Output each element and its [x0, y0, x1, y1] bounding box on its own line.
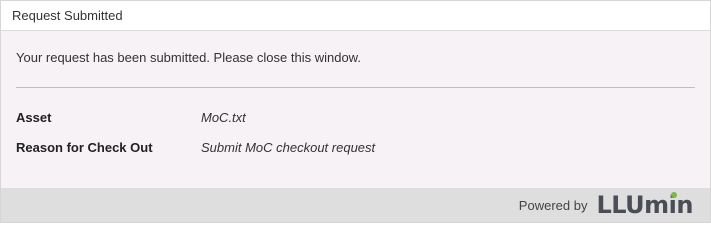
detail-row-asset: Asset MoC.txt [16, 110, 695, 126]
dialog-footer: Powered by LLUmin [1, 188, 710, 222]
llumin-logo: LLUmin [596, 191, 693, 219]
reason-value: Submit MoC checkout request [201, 140, 376, 155]
logo-dot-icon [671, 192, 677, 198]
logo-text: LLUmin [596, 191, 693, 219]
asset-label: Asset [16, 110, 52, 125]
asset-value: MoC.txt [201, 110, 246, 125]
divider [16, 87, 695, 88]
powered-by-label: Powered by [518, 197, 588, 213]
dialog-title: Request Submitted [12, 8, 123, 23]
detail-row-reason: Reason for Check Out Submit MoC checkout… [16, 140, 695, 156]
reason-label: Reason for Check Out [16, 140, 153, 155]
dialog-titlebar: Request Submitted [1, 1, 710, 31]
confirmation-message: Your request has been submitted. Please … [16, 50, 361, 65]
request-details: Asset MoC.txt Reason for Check Out Submi… [16, 110, 695, 156]
dialog-content: Your request has been submitted. Please … [1, 50, 710, 156]
request-submitted-dialog: Request Submitted Your request has been … [0, 0, 711, 223]
